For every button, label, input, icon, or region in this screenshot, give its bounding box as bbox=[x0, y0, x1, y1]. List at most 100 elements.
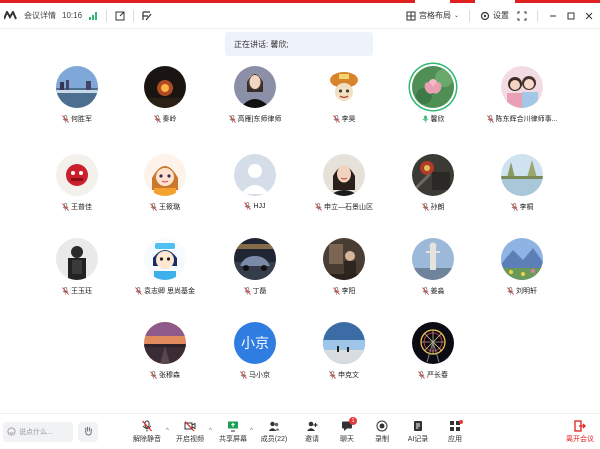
mic-muted-icon bbox=[62, 115, 69, 123]
participant-name: 王筱璐 bbox=[159, 204, 180, 211]
participant-avatar bbox=[412, 238, 454, 280]
participant-tile[interactable]: 申克文 bbox=[299, 318, 389, 388]
video-off-button[interactable]: 开启视频 bbox=[170, 420, 210, 444]
participant-avatar bbox=[323, 322, 365, 364]
mic-muted-icon bbox=[332, 287, 340, 295]
ai-record-icon bbox=[412, 420, 424, 432]
participant-tile[interactable]: 张穆森 bbox=[120, 318, 210, 388]
participant-avatar: 小京 bbox=[234, 322, 276, 364]
separator bbox=[133, 9, 135, 22]
settings-button[interactable]: 设置 bbox=[480, 10, 509, 21]
participant-avatar bbox=[144, 238, 186, 280]
chat-button[interactable]: 1 聊天 bbox=[327, 417, 367, 444]
participant-tile[interactable]: 秦岭 bbox=[120, 62, 210, 132]
participant-avatar bbox=[56, 66, 98, 108]
participant-name: 袁志卿 思尚基金 bbox=[144, 288, 195, 295]
speaking-banner: 正在讲话: 馨欣; bbox=[225, 32, 373, 56]
app-logo-icon bbox=[4, 11, 18, 20]
participant-tile[interactable]: 何胜军 bbox=[32, 62, 122, 132]
tool-label: 录制 bbox=[375, 436, 389, 443]
minimize-icon[interactable] bbox=[548, 11, 558, 21]
chat-input[interactable]: 说点什么... bbox=[3, 422, 73, 442]
mic-muted-icon bbox=[150, 203, 157, 211]
participant-name: 高雁|东师律师 bbox=[237, 116, 282, 123]
participant-avatar bbox=[412, 66, 454, 108]
layout-button[interactable]: 宫格布局 ⌄ bbox=[406, 10, 459, 21]
caret-up-icon[interactable]: ^ bbox=[250, 428, 253, 434]
caret-up-icon[interactable]: ^ bbox=[209, 428, 212, 434]
participant-tile[interactable]: 李昊 bbox=[299, 62, 389, 132]
hand-icon bbox=[83, 423, 94, 441]
participant-name-row: 严长春 bbox=[378, 370, 488, 380]
share-screen-button[interactable]: 共享屏幕 bbox=[213, 420, 253, 444]
grid-layout-icon bbox=[406, 11, 416, 21]
mic-muted-icon bbox=[240, 371, 247, 379]
participant-avatar bbox=[323, 66, 365, 108]
raise-hand-button[interactable] bbox=[78, 422, 98, 442]
participant-tile[interactable]: 李阳 bbox=[299, 234, 389, 304]
participant-name: 丁磊 bbox=[252, 288, 267, 295]
mic-muted-icon bbox=[510, 203, 518, 211]
meeting-details-link[interactable]: 会议详情 bbox=[24, 10, 56, 21]
participant-avatar bbox=[144, 322, 186, 364]
participant-name: 孙朗 bbox=[430, 204, 445, 211]
participant-tile[interactable]: 孙朗 bbox=[388, 150, 478, 220]
tool-label: 解除静音 bbox=[133, 436, 161, 443]
whiteboard-icon[interactable] bbox=[142, 10, 152, 21]
exit-icon bbox=[574, 420, 586, 432]
settings-label: 设置 bbox=[493, 11, 509, 20]
participant-name: 马小京 bbox=[249, 372, 270, 379]
participant-avatar bbox=[501, 154, 543, 196]
close-icon[interactable] bbox=[584, 11, 594, 21]
participant-avatar bbox=[412, 154, 454, 196]
notification-dot bbox=[459, 420, 463, 424]
leave-meeting-button[interactable]: 离开会议 bbox=[562, 420, 598, 444]
participant-name: 李昊 bbox=[341, 116, 356, 123]
participant-avatar bbox=[234, 154, 276, 196]
participant-tile[interactable]: 高雁|东师律师 bbox=[210, 62, 300, 132]
layout-label: 宫格布局 bbox=[418, 11, 451, 20]
mic-muted-icon bbox=[150, 371, 157, 379]
participant-name: 王普佳 bbox=[71, 204, 92, 211]
mic-muted-icon bbox=[315, 203, 322, 211]
participant-tile[interactable]: 丁磊 bbox=[210, 234, 300, 304]
maximize-icon[interactable] bbox=[566, 11, 576, 21]
invite-button[interactable]: 邀请 bbox=[292, 420, 332, 444]
smile-icon bbox=[7, 426, 16, 438]
participant-tile[interactable]: 刘明轩 bbox=[477, 234, 567, 304]
participant-tile[interactable]: 申立—石景山区 bbox=[299, 150, 389, 220]
participant-avatar bbox=[234, 66, 276, 108]
video-off-icon bbox=[184, 420, 196, 432]
participant-tile[interactable]: 馨欣 bbox=[388, 62, 478, 132]
participant-name: 姜淼 bbox=[430, 288, 445, 295]
apps-button[interactable]: 应用 bbox=[435, 420, 475, 444]
caret-up-icon[interactable]: ^ bbox=[166, 428, 169, 434]
participant-name: 李桐 bbox=[519, 204, 534, 211]
mic-muted-icon bbox=[228, 115, 236, 123]
participant-tile[interactable]: 陈东辉合川律师事... bbox=[477, 62, 567, 132]
mic-active-icon bbox=[422, 115, 429, 123]
record-button[interactable]: 录制 bbox=[362, 420, 402, 444]
participant-tile[interactable]: 姜淼 bbox=[388, 234, 478, 304]
participant-tile[interactable]: 李桐 bbox=[477, 150, 567, 220]
participant-tile[interactable]: 王玉珏 bbox=[32, 234, 122, 304]
participant-tile[interactable]: 袁志卿 思尚基金 bbox=[120, 234, 210, 304]
mic-off-button[interactable]: 解除静音 bbox=[127, 420, 167, 444]
participant-name: 秦岭 bbox=[162, 116, 177, 123]
participant-avatar bbox=[144, 154, 186, 196]
tool-label: 聊天 bbox=[340, 436, 354, 443]
participant-tile[interactable]: 小京马小京 bbox=[210, 318, 300, 388]
participant-tile[interactable]: 严长春 bbox=[388, 318, 478, 388]
tool-label: 成员(22) bbox=[260, 436, 288, 443]
ai-record-button[interactable]: AI记录 bbox=[398, 420, 438, 444]
participant-name: 何胜军 bbox=[71, 116, 92, 123]
fullscreen-icon[interactable] bbox=[517, 11, 527, 21]
participant-name-row: 李桐 bbox=[467, 202, 577, 212]
participant-tile[interactable]: 王普佳 bbox=[32, 150, 122, 220]
participant-tile[interactable]: 王筱璐 bbox=[120, 150, 210, 220]
popout-icon[interactable] bbox=[115, 11, 125, 21]
members-button[interactable]: 成员(22) bbox=[254, 420, 294, 444]
participant-avatar bbox=[144, 66, 186, 108]
participant-tile[interactable]: HJJ bbox=[210, 150, 300, 220]
participant-name-row: 陈东辉合川律师事... bbox=[467, 114, 577, 124]
